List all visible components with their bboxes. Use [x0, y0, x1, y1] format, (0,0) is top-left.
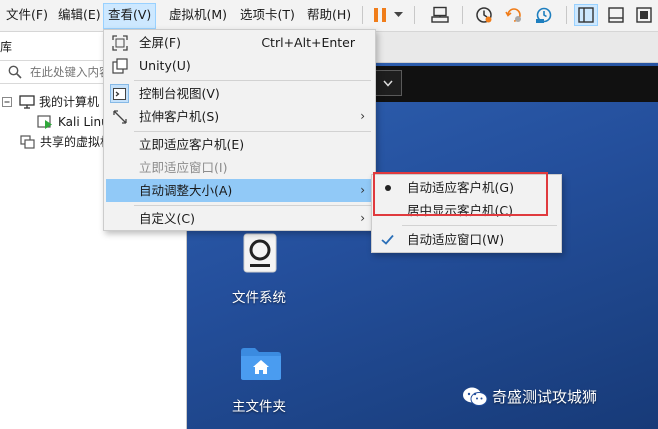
menu-item-customize[interactable]: 自定义(C) ›: [106, 207, 373, 230]
menu-help[interactable]: 帮助(H): [303, 3, 355, 27]
shared-vms-icon: [20, 135, 35, 149]
menu-item-stretch-guest[interactable]: 拉伸客户机(S) ›: [106, 105, 373, 128]
tree-item-label: 共享的虚拟机: [40, 135, 113, 149]
snapshot-manager-button[interactable]: [532, 4, 556, 26]
menu-item-label: 控制台视图(V): [139, 86, 220, 101]
pause-button[interactable]: [368, 4, 392, 26]
hard-drive-icon: [243, 233, 277, 273]
collapse-toggle-icon[interactable]: [2, 97, 12, 107]
chevron-down-icon: [383, 80, 393, 87]
snapshot-clock-icon: [476, 7, 492, 23]
vm-running-icon: [37, 115, 52, 129]
desktop-icon-label: 主文件夹: [232, 399, 286, 415]
menu-item-fit-guest-now[interactable]: 立即适应客户机(E): [106, 133, 373, 156]
menu-tabs[interactable]: 选项卡(T): [236, 3, 299, 27]
console-view-icon: [636, 7, 652, 23]
library-title: 库: [0, 40, 13, 54]
wechat-icon: [463, 387, 488, 406]
menu-item-fit-window-now: 立即适应窗口(I): [106, 156, 373, 179]
console-view-button[interactable]: [632, 4, 656, 26]
menu-item-label: 自动适应客户机(G): [407, 180, 514, 195]
menu-item-autofit-guest[interactable]: 自动适应客户机(G): [374, 176, 559, 199]
toolbar-separator: [462, 6, 463, 24]
radio-selected-icon: [378, 178, 397, 197]
menu-item-label: 立即适应客户机(E): [139, 137, 245, 152]
menu-item-center-guest[interactable]: 居中显示客户机(C): [374, 199, 559, 222]
show-library-button[interactable]: [574, 4, 598, 26]
home-folder-desktop-icon[interactable]: [240, 345, 282, 381]
menu-item-fullscreen[interactable]: 全屏(F) Ctrl+Alt+Enter: [106, 31, 373, 54]
search-icon: [8, 65, 22, 79]
menu-bar: 文件(F) 编辑(E) 查看(V) 虚拟机(M) 选项卡(T) 帮助(H): [0, 0, 658, 32]
toolbar-separator: [414, 6, 415, 24]
watermark-text: 奇盛测试攻城狮: [492, 388, 598, 406]
checkmark-icon: [378, 230, 397, 249]
computer-icon: [19, 95, 35, 109]
fullscreen-icon: [110, 33, 129, 52]
menu-item-label: 居中显示客户机(C): [407, 203, 513, 218]
menu-separator: [134, 80, 371, 81]
thumbnail-bar-button[interactable]: [604, 4, 628, 26]
thumbnail-bar-icon: [608, 7, 624, 23]
view-menu: 全屏(F) Ctrl+Alt+Enter Unity(U) 控制台视图(V) 拉…: [103, 29, 376, 231]
submenu-arrow-icon: ›: [360, 183, 365, 197]
tree-item-label: 我的计算机: [39, 95, 100, 109]
menu-item-unity[interactable]: Unity(U): [106, 54, 373, 77]
menu-edit[interactable]: 编辑(E): [54, 3, 105, 27]
menu-item-autofit-window[interactable]: 自动适应窗口(W): [374, 228, 559, 251]
unity-icon: [110, 56, 129, 75]
menu-item-autosize[interactable]: 自动调整大小(A) ›: [106, 179, 373, 202]
guest-panel-dropdown[interactable]: [372, 70, 402, 96]
toolbar-separator: [566, 6, 567, 24]
console-view-icon: [110, 84, 129, 103]
menu-item-label: 自动适应窗口(W): [407, 232, 505, 247]
menu-vm[interactable]: 虚拟机(M): [165, 3, 231, 27]
menu-item-label: Unity(U): [139, 58, 191, 73]
power-dropdown-button[interactable]: [391, 4, 405, 26]
revert-snapshot-icon: [505, 8, 521, 22]
menu-item-console-view[interactable]: 控制台视图(V): [106, 82, 373, 105]
pause-icon: [374, 8, 386, 22]
stretch-icon: [110, 107, 129, 126]
home-folder-icon: [241, 348, 281, 380]
menu-item-label: 自动调整大小(A): [139, 183, 233, 198]
menu-item-label: 自定义(C): [139, 211, 195, 226]
toolbar-separator: [362, 6, 363, 24]
revert-snapshot-button[interactable]: [502, 4, 526, 26]
snapshot-button[interactable]: [472, 4, 496, 26]
filesystem-desktop-icon[interactable]: [241, 233, 279, 273]
menu-view[interactable]: 查看(V): [103, 3, 157, 29]
menu-separator: [402, 225, 557, 226]
submenu-arrow-icon: ›: [360, 211, 365, 225]
desktop-icon-label: 文件系统: [232, 290, 286, 306]
send-ctrl-alt-del-button[interactable]: [428, 4, 452, 26]
submenu-arrow-icon: ›: [360, 109, 365, 123]
library-pane-icon: [578, 7, 594, 23]
autosize-submenu: 自动适应客户机(G) 居中显示客户机(C) 自动适应窗口(W): [371, 174, 562, 253]
menu-separator: [134, 205, 371, 206]
menu-item-shortcut: Ctrl+Alt+Enter: [261, 35, 355, 50]
snapshot-manager-icon: [536, 7, 552, 23]
chevron-down-icon: [393, 12, 403, 17]
menu-item-label: 全屏(F): [139, 35, 181, 50]
computer-keyboard-icon: [431, 6, 449, 23]
menu-file[interactable]: 文件(F): [2, 3, 52, 27]
menu-item-label: 立即适应窗口(I): [139, 160, 228, 175]
menu-separator: [134, 131, 371, 132]
menu-item-label: 拉伸客户机(S): [139, 109, 220, 124]
